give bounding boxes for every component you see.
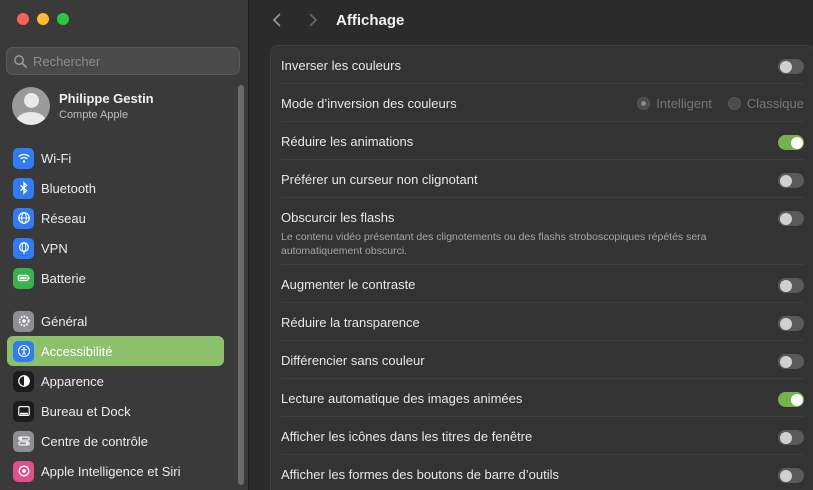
vpn-globe-icon [13,237,34,259]
setting-row: Mode d’inversion des couleurs Intelligent… [281,84,804,122]
toggle-switch[interactable] [778,392,804,407]
sidebar-item-vpn-globe[interactable]: VPN [7,233,224,263]
setting-label: Différencier sans couleur [281,353,425,368]
setting-label: Mode d’inversion des couleurs [281,96,457,111]
setting-label: Lecture automatique des images animées [281,391,523,406]
setting-row: Inverser les couleurs [281,46,804,84]
sidebar-item-dock[interactable]: Bureau et Dock [7,396,224,426]
profile-name: Philippe Gestin [59,91,154,106]
setting-row: Afficher les formes des boutons de barre… [281,455,804,490]
toggle-switch[interactable] [778,59,804,74]
close-window-button[interactable] [17,13,29,25]
sidebar-scrollbar[interactable] [238,85,244,485]
radio-label: Classique [746,96,804,111]
setting-row: Lecture automatique des images animées [281,379,804,417]
back-button[interactable] [267,10,287,30]
radio-group: Intelligent Classique [621,96,804,111]
settings-panel: Inverser les couleurs Mode d’inversion de… [270,45,813,490]
sidebar-group-network: Wi-Fi Bluetooth Réseau VPN Batterie [7,143,224,293]
search-input[interactable] [33,53,233,69]
toggle-switch[interactable] [778,278,804,293]
setting-label: Augmenter le contraste [281,277,416,292]
window-controls [17,13,69,25]
setting-label: Afficher les icônes dans les titres de f… [281,429,533,444]
sidebar-item-label: Bureau et Dock [41,403,131,419]
sidebar-item-globe[interactable]: Réseau [7,203,224,233]
toggle-switch[interactable] [778,354,804,369]
sidebar-item-label: Apple Intelligence et Siri [41,463,181,479]
sidebar-item-label: Général [41,313,88,329]
globe-icon [13,207,34,229]
chevron-right-icon [309,13,318,27]
sidebar-item-accessibility[interactable]: Accessibilité [7,336,224,366]
dock-icon [13,400,34,422]
forward-button[interactable] [303,10,323,30]
battery-icon [13,267,34,289]
accessibility-icon [13,340,34,362]
setting-row: Différencier sans couleur [281,341,804,379]
toggle-switch[interactable] [778,173,804,188]
sidebar-item-bluetooth[interactable]: Bluetooth [7,173,224,203]
setting-label: Afficher les formes des boutons de barre… [281,467,559,482]
sidebar-item-label: Apparence [41,373,104,389]
setting-row: Préférer un curseur non clignotant [281,160,804,198]
avatar [12,87,50,125]
radio-option-classique[interactable]: Classique [727,96,804,111]
search-icon [14,54,27,68]
sidebar-item-label: Batterie [41,270,86,286]
main-content: Affichage Inverser les couleurs Mode d’in… [249,0,813,490]
sidebar-group-system: Général Accessibilité Apparence Bureau et D… [7,306,224,486]
search-field[interactable] [6,47,240,75]
profile-subtitle: Compte Apple [59,109,129,121]
page-title: Affichage [336,11,405,29]
setting-row: Réduire la transparence [281,303,804,341]
toggle-switch[interactable] [778,135,804,150]
radio-button[interactable] [637,97,651,110]
appearance-icon [13,370,34,392]
setting-row: Obscurcir les flashs Le contenu vidéo pré… [281,198,804,265]
setting-label: Inverser les couleurs [281,58,401,73]
sidebar-item-appearance[interactable]: Apparence [7,366,224,396]
sidebar-item-battery[interactable]: Batterie [7,263,224,293]
sidebar-item-gear[interactable]: Général [7,306,224,336]
sidebar-item-label: Wi-Fi [41,150,72,166]
sidebar-item-label: Bluetooth [41,180,96,196]
sidebar-item-label: Accessibilité [41,343,113,359]
toggle-switch[interactable] [778,430,804,445]
sidebar: Philippe Gestin Compte Apple Wi-Fi Blueto… [0,0,249,490]
setting-label: Réduire la transparence [281,315,420,330]
setting-row: Afficher les icônes dans les titres de f… [281,417,804,455]
setting-row: Augmenter le contraste [281,265,804,303]
radio-button[interactable] [727,97,741,110]
sidebar-item-siri[interactable]: Apple Intelligence et Siri [7,456,224,486]
minimize-window-button[interactable] [37,13,49,25]
bluetooth-icon [13,177,34,199]
radio-option-intelligent[interactable]: Intelligent [637,96,712,111]
zoom-window-button[interactable] [57,13,69,25]
wifi-icon [13,147,34,169]
sidebar-item-label: VPN [41,240,68,256]
toggle-switch[interactable] [778,211,804,226]
apple-account-profile[interactable]: Philippe Gestin Compte Apple [12,87,154,125]
chevron-left-icon [272,13,281,27]
setting-label: Réduire les animations [281,134,414,149]
toggle-switch[interactable] [778,468,804,483]
setting-row: Réduire les animations [281,122,804,160]
toggle-switch[interactable] [778,316,804,331]
sidebar-item-control-center[interactable]: Centre de contrôle [7,426,224,456]
toolbar: Affichage [249,0,813,40]
setting-description: Le contenu vidéo présentant des clignote… [281,231,707,257]
setting-label: Préférer un curseur non clignotant [281,172,478,187]
sidebar-item-label: Réseau [41,210,86,226]
radio-label: Intelligent [656,96,712,111]
sidebar-item-label: Centre de contrôle [41,433,148,449]
control-center-icon [13,430,34,452]
sidebar-item-wifi[interactable]: Wi-Fi [7,143,224,173]
siri-icon [13,460,34,482]
gear-icon [13,310,34,332]
setting-label: Obscurcir les flashs [281,210,395,225]
